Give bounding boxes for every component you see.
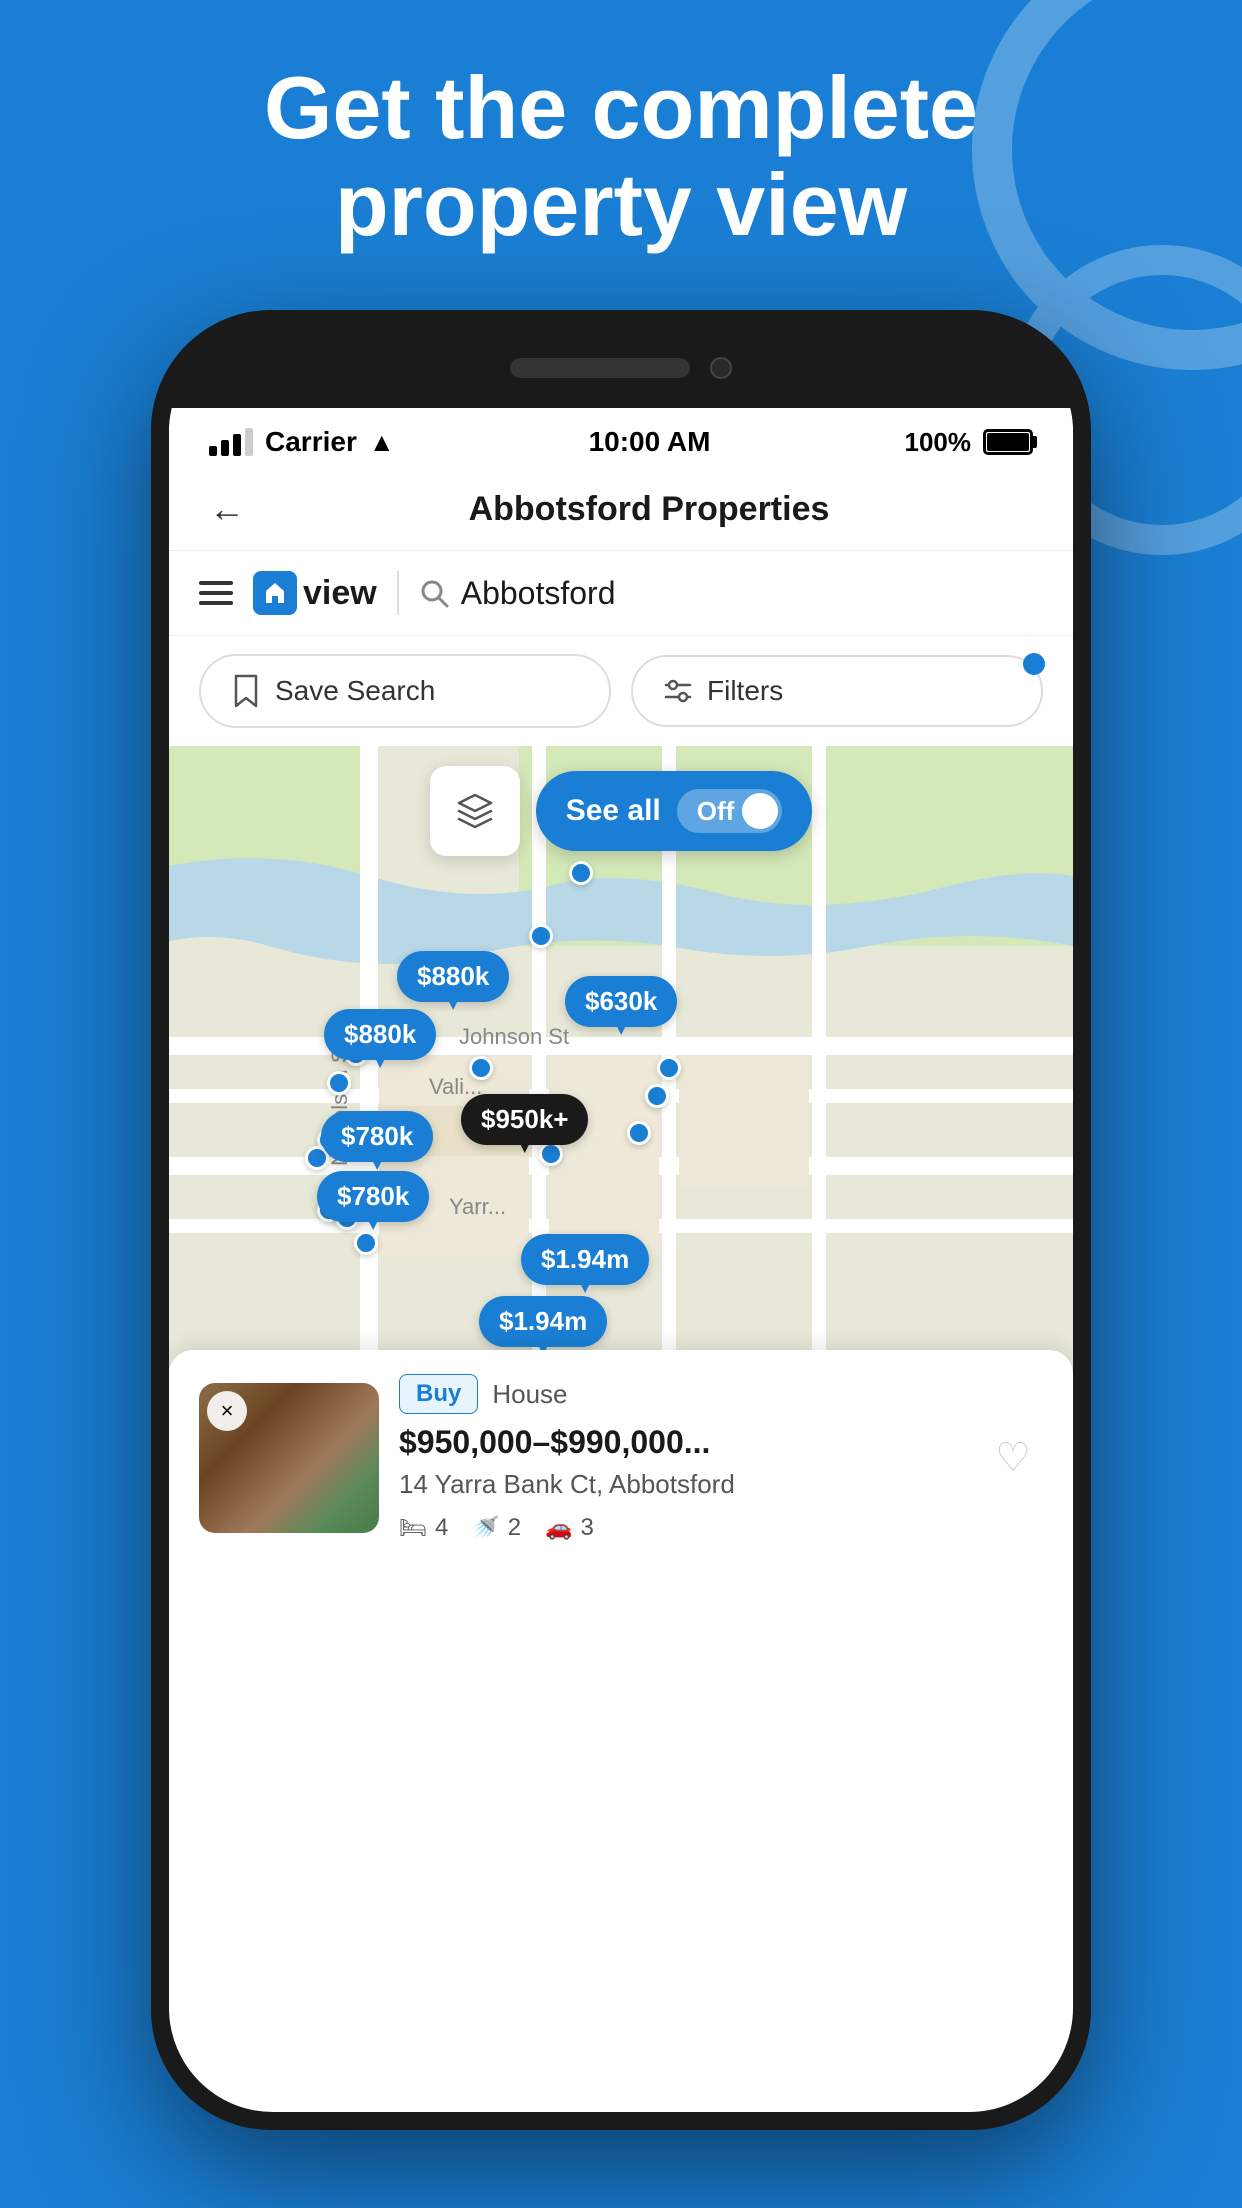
filters-button[interactable]: Filters xyxy=(631,655,1043,727)
see-all-toggle[interactable]: See all Off xyxy=(536,771,813,851)
property-card: × Buy House $950,000–$990,000... 14 Yarr… xyxy=(169,1350,1073,1566)
toggle-knob xyxy=(742,793,778,829)
property-image: × xyxy=(199,1383,379,1533)
status-left: Carrier ▲ xyxy=(209,426,395,458)
logo-icon xyxy=(253,571,297,615)
property-features: 🛏 4 🚿 2 🚗 3 xyxy=(399,1514,963,1542)
price-pin-194m-2[interactable]: $1.94m xyxy=(479,1296,607,1347)
price-pin-880k-1[interactable]: $880k xyxy=(397,951,509,1002)
battery-fill xyxy=(987,433,1029,451)
property-address: 14 Yarra Bank Ct, Abbotsford xyxy=(399,1469,963,1500)
hero-text: Get the complete property view xyxy=(0,60,1242,254)
signal-bar-2 xyxy=(221,440,229,456)
signal-bars xyxy=(209,428,253,456)
beds-feature: 🛏 4 xyxy=(399,1514,448,1542)
price-pin-780k-1[interactable]: $780k xyxy=(321,1111,433,1162)
logo-text: view xyxy=(303,574,377,613)
see-all-label: See all xyxy=(566,794,661,828)
hamburger-button[interactable] xyxy=(199,581,233,605)
phone-inner: Carrier ▲ 10:00 AM 100% ← Abbotsford Pro… xyxy=(169,328,1073,2112)
battery-percent: 100% xyxy=(904,427,971,458)
search-bar: view Abbotsford xyxy=(169,551,1073,636)
battery-icon xyxy=(983,429,1033,455)
map-dot-pin[interactable] xyxy=(469,1056,493,1080)
close-icon: × xyxy=(221,1398,234,1424)
phone-speaker xyxy=(510,358,690,378)
layers-icon xyxy=(453,789,497,833)
search-text: Abbotsford xyxy=(461,575,616,612)
tag-type: House xyxy=(492,1379,567,1410)
signal-bar-3 xyxy=(233,434,241,456)
property-price: $950,000–$990,000... xyxy=(399,1424,963,1461)
search-divider xyxy=(397,571,399,615)
wifi-icon: ▲ xyxy=(369,427,395,458)
property-close-button[interactable]: × xyxy=(207,1391,247,1431)
status-bar: Carrier ▲ 10:00 AM 100% xyxy=(169,408,1073,468)
phone-camera xyxy=(710,357,732,379)
price-pin-630k[interactable]: $630k xyxy=(565,976,677,1027)
back-button[interactable]: ← xyxy=(209,488,245,530)
phone-screen: Carrier ▲ 10:00 AM 100% ← Abbotsford Pro… xyxy=(169,408,1073,2112)
nav-title: Abbotsford Properties xyxy=(265,490,1033,529)
toggle-switch[interactable]: Off xyxy=(677,789,783,833)
action-bar: Save Search Filters xyxy=(169,636,1073,746)
signal-bar-1 xyxy=(209,446,217,456)
toggle-label: Off xyxy=(697,796,735,827)
map-dot-pin[interactable] xyxy=(529,924,553,948)
price-pin-880k-2[interactable]: $880k xyxy=(324,1009,436,1060)
search-icon xyxy=(419,578,449,608)
car-icon: 🚗 xyxy=(545,1515,572,1541)
phone-frame: Carrier ▲ 10:00 AM 100% ← Abbotsford Pro… xyxy=(151,310,1091,2130)
property-tags: Buy House xyxy=(399,1374,963,1414)
cars-feature: 🚗 3 xyxy=(545,1514,594,1542)
bed-icon: 🛏 xyxy=(399,1515,427,1541)
filters-icon xyxy=(663,677,693,705)
map-dot-pin[interactable] xyxy=(569,861,593,885)
map-dot-pin[interactable] xyxy=(657,1056,681,1080)
filters-label: Filters xyxy=(707,675,783,707)
baths-count: 2 xyxy=(508,1514,521,1542)
save-search-button[interactable]: Save Search xyxy=(199,654,611,728)
signal-bar-4 xyxy=(245,428,253,456)
hamburger-line-3 xyxy=(199,601,233,605)
baths-feature: 🚿 2 xyxy=(472,1514,521,1542)
map-controls: See all Off xyxy=(169,766,1073,856)
heart-button[interactable]: ♡ xyxy=(983,1428,1043,1488)
hamburger-line-2 xyxy=(199,591,233,595)
property-info: Buy House $950,000–$990,000... 14 Yarra … xyxy=(399,1374,963,1542)
map-dot-pin[interactable] xyxy=(627,1121,651,1145)
layers-button[interactable] xyxy=(430,766,520,856)
nav-bar: ← Abbotsford Properties xyxy=(169,468,1073,551)
map-dot-pin[interactable] xyxy=(645,1084,669,1108)
save-search-label: Save Search xyxy=(275,675,435,707)
tag-buy: Buy xyxy=(399,1374,478,1414)
bookmark-icon xyxy=(231,674,261,708)
street-label-johnson: Johnson St xyxy=(459,1024,569,1050)
price-pin-950k[interactable]: $950k+ xyxy=(461,1094,588,1145)
status-right: 100% xyxy=(904,427,1033,458)
street-label-yarra: Yarr... xyxy=(449,1194,506,1220)
cars-count: 3 xyxy=(580,1514,593,1542)
status-time: 10:00 AM xyxy=(589,426,711,458)
phone-top-bar xyxy=(169,328,1073,408)
bath-icon: 🚿 xyxy=(472,1515,499,1541)
logo-area: view xyxy=(253,571,377,615)
carrier-label: Carrier xyxy=(265,426,357,458)
price-pin-194m-1[interactable]: $1.94m xyxy=(521,1234,649,1285)
map-dot-pin[interactable] xyxy=(327,1071,351,1095)
map-area[interactable]: Johnson St Vali... Yarr... Nicholson St … xyxy=(169,746,1073,1566)
map-dot-pin[interactable] xyxy=(539,1142,563,1166)
filter-active-dot xyxy=(1023,653,1045,675)
map-dot-pin[interactable] xyxy=(354,1231,378,1255)
beds-count: 4 xyxy=(435,1514,448,1542)
search-input-area[interactable]: Abbotsford xyxy=(419,575,1043,612)
price-pin-780k-2[interactable]: $780k xyxy=(317,1171,429,1222)
hamburger-line-1 xyxy=(199,581,233,585)
